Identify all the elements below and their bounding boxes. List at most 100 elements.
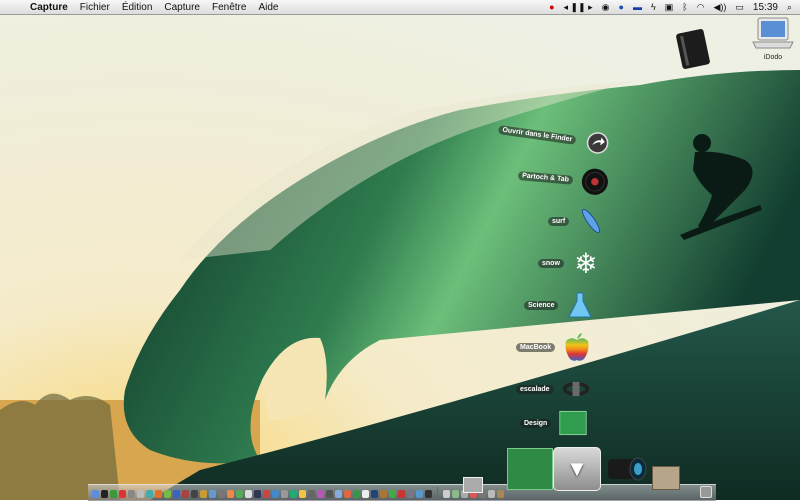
status-area: ● ◂ ❚❚ ▸ ◉ ● ▬ ϟ ▣ ᛒ ◠ ◀)) ▭ 15:39 ⌕	[549, 2, 800, 13]
app-dock-icon[interactable]	[128, 490, 135, 498]
drop-icon[interactable]: ●	[619, 2, 624, 12]
arrow-circle-icon	[582, 128, 613, 158]
app-dock-icon[interactable]	[452, 490, 459, 498]
app-dock-icon[interactable]	[245, 490, 252, 498]
app-dock-icon[interactable]	[272, 490, 279, 498]
notebook-desktop-icon[interactable]	[674, 28, 714, 72]
app-dock-icon[interactable]	[425, 490, 432, 498]
app-dock-icon[interactable]	[227, 490, 234, 498]
stack-expanded-indicator[interactable]: ▼	[553, 447, 601, 491]
app-dock-icon[interactable]	[317, 490, 324, 498]
clock[interactable]: 15:39	[753, 2, 778, 13]
app-dock-icon[interactable]	[371, 490, 378, 498]
image-dock-icon[interactable]	[463, 477, 483, 493]
stack-item-label: Science	[524, 300, 559, 310]
app-dock-icon[interactable]	[407, 490, 414, 498]
eye-icon[interactable]: ◉	[602, 2, 610, 13]
app-dock-icon[interactable]	[353, 490, 360, 498]
stack-item-label: Design	[520, 418, 552, 428]
app-dock-icon[interactable]	[281, 490, 288, 498]
app-dock-icon[interactable]	[164, 490, 171, 498]
app-dock-icon[interactable]	[263, 490, 270, 498]
box-dock-icon[interactable]	[652, 466, 680, 490]
stack-item-label: escalade	[516, 384, 554, 394]
app-dock-icon[interactable]	[335, 490, 342, 498]
green-folder-icon	[559, 410, 587, 436]
app-dock-icon[interactable]	[380, 490, 387, 498]
dock	[88, 484, 716, 501]
app-dock-icon[interactable]	[191, 490, 198, 498]
app-dock-icon[interactable]	[218, 490, 225, 498]
lens-icon	[608, 457, 647, 481]
green-stack-dock-icon[interactable]	[507, 448, 553, 490]
app-dock-icon[interactable]	[236, 490, 243, 498]
drive-desktop-icon[interactable]: iDodo	[748, 16, 798, 61]
stack-item-escalade[interactable]: escalade	[516, 376, 590, 402]
app-dock-icon[interactable]	[119, 490, 126, 498]
book-icon	[676, 29, 710, 69]
menu-aide[interactable]: Aide	[252, 2, 284, 13]
triangle-down-icon: ▼	[566, 456, 588, 481]
trash-dock-icon[interactable]	[700, 486, 712, 498]
stack-item-snow[interactable]: snow ❄	[538, 247, 600, 279]
app-dock-icon[interactable]	[362, 490, 369, 498]
stack-item-surf[interactable]: surf	[548, 208, 605, 234]
app-dock-icon[interactable]	[416, 490, 423, 498]
drive-label: iDodo	[763, 54, 783, 61]
dashboard-dock-icon[interactable]	[101, 490, 108, 498]
menu-app-capture[interactable]: Capture	[24, 2, 74, 13]
app-dock-icon[interactable]	[308, 490, 315, 498]
app-dock-icon[interactable]	[389, 490, 396, 498]
snowflake-icon: ❄	[574, 247, 598, 279]
volume-icon[interactable]: ◀))	[713, 2, 726, 13]
app-dock-icon[interactable]	[254, 490, 261, 498]
stack-item-label: Ouvrir dans le Finder	[497, 124, 577, 145]
app-dock-icon[interactable]	[209, 490, 216, 498]
spotlight-icon[interactable]: ⌕	[787, 2, 792, 13]
app-dock-icon[interactable]	[200, 490, 207, 498]
harness-icon	[562, 376, 590, 402]
app-dock-icon[interactable]	[173, 490, 180, 498]
menu-capture[interactable]: Capture	[158, 2, 206, 13]
stack-item-label: surf	[548, 216, 570, 226]
menu-fichier[interactable]: Fichier	[74, 2, 116, 13]
app-dock-icon[interactable]	[146, 490, 153, 498]
media-controls-icon[interactable]: ◂ ❚❚ ▸	[564, 2, 593, 13]
app-dock-icon[interactable]	[443, 490, 450, 498]
app-dock-icon[interactable]	[182, 490, 189, 498]
menu-bar: Capture Fichier Édition Capture Fenêtre …	[0, 0, 800, 15]
finder-dock-icon[interactable]	[92, 490, 99, 498]
firefox-dock-icon[interactable]	[155, 490, 162, 498]
stack-item-science[interactable]: Science	[524, 292, 594, 318]
menu-fenetre[interactable]: Fenêtre	[206, 2, 252, 13]
desktop-wallpaper	[0, 0, 800, 500]
app-dock-icon[interactable]	[497, 490, 504, 498]
laptop-icon	[752, 17, 794, 49]
itunes-dock-icon[interactable]	[110, 490, 117, 498]
wifi-icon[interactable]: ◠	[697, 2, 705, 13]
stack-item-design[interactable]: Design	[520, 410, 587, 436]
display-icon[interactable]: ▭	[735, 2, 744, 13]
flag-icon[interactable]: ▬	[633, 2, 642, 12]
surfboard-icon	[577, 208, 605, 234]
record-icon[interactable]: ●	[549, 2, 554, 12]
app-dock-icon[interactable]	[137, 490, 144, 498]
apple-logo-icon	[563, 333, 591, 361]
flask-icon	[566, 292, 594, 318]
app-dock-icon[interactable]	[326, 490, 333, 498]
stack-item-label: snow	[538, 258, 564, 268]
dock-separator	[437, 487, 438, 499]
bluetooth-icon[interactable]: ᛒ	[682, 2, 687, 12]
app-dock-icon[interactable]	[488, 490, 495, 498]
keyboard-icon[interactable]: ▣	[665, 2, 674, 13]
app-dock-icon[interactable]	[290, 490, 297, 498]
stack-item-label: Partoch & Tab	[517, 170, 574, 185]
app-dock-icon[interactable]	[344, 490, 351, 498]
stack-item-macbook[interactable]: MacBook	[516, 333, 591, 361]
menu-edition[interactable]: Édition	[116, 2, 159, 13]
app-dock-icon[interactable]	[398, 490, 405, 498]
camera-lens-dock-icon[interactable]	[604, 450, 648, 486]
app-dock-icon[interactable]	[299, 490, 306, 498]
script-icon[interactable]: ϟ	[651, 2, 656, 12]
vinyl-record-icon	[580, 168, 610, 196]
